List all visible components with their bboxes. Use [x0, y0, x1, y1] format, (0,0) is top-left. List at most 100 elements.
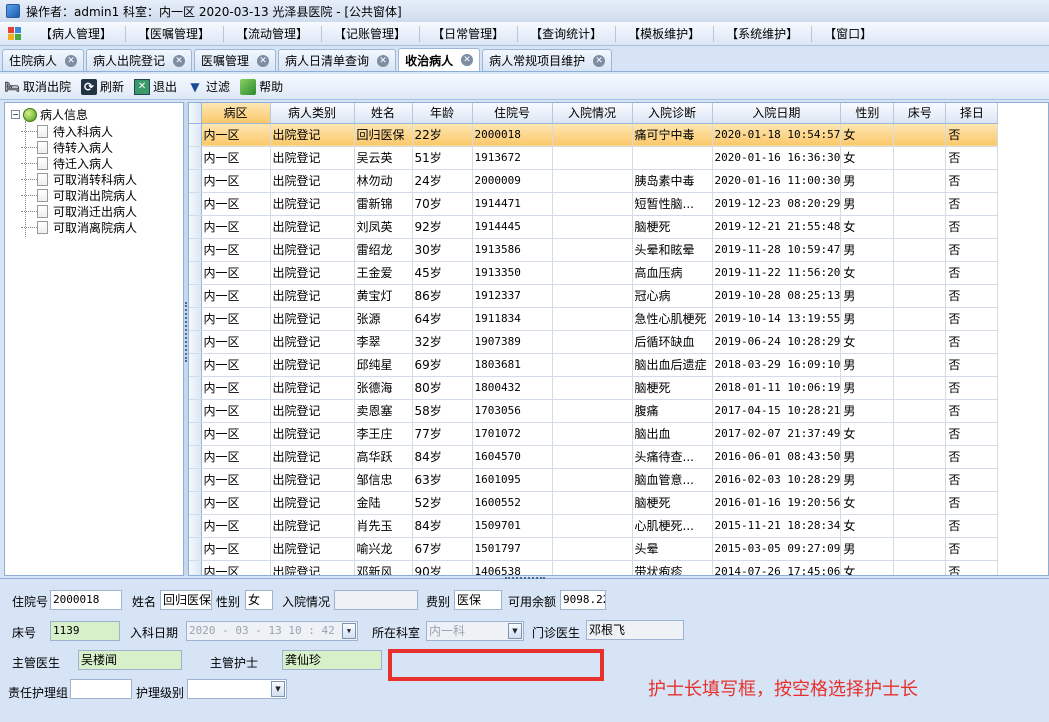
table-cell[interactable]: 女 — [840, 123, 895, 147]
table-cell[interactable]: 否 — [945, 537, 999, 561]
table-cell[interactable]: 高血压病 — [632, 261, 713, 285]
table-cell[interactable]: 脑梗死 — [632, 215, 713, 239]
table-cell[interactable]: 90岁 — [412, 560, 473, 575]
table-row[interactable]: 内一区 出院登记 李王庄 77岁 1701072 脑出血 2017-02-07 21:37:… — [189, 422, 999, 446]
table-cell[interactable]: 否 — [945, 491, 999, 515]
table-cell[interactable]: 80岁 — [412, 376, 473, 400]
close-icon[interactable]: ✕ — [593, 54, 606, 67]
admit-status-field[interactable] — [334, 590, 418, 610]
table-cell[interactable]: 2020-01-16 16:36:30 — [712, 146, 842, 170]
tab-order-management[interactable]: 医嘱管理 ✕ — [194, 49, 277, 71]
column-header[interactable]: 入院诊断 — [632, 103, 713, 124]
table-cell[interactable] — [893, 376, 947, 400]
table-cell[interactable]: 女 — [840, 560, 895, 575]
table-cell[interactable]: 刘凤英 — [354, 215, 413, 239]
table-cell[interactable]: 吴云英 — [354, 146, 413, 170]
table-cell[interactable]: 后循环缺血 — [632, 330, 713, 354]
tab-daily-bill-query[interactable]: 病人日清单查询 ✕ — [278, 49, 397, 71]
table-cell[interactable]: 黄宝灯 — [354, 284, 413, 308]
table-cell[interactable]: 邓新风 — [354, 560, 413, 575]
close-icon[interactable]: ✕ — [377, 54, 390, 67]
row-header[interactable] — [189, 560, 202, 575]
row-header[interactable] — [189, 468, 202, 492]
table-cell[interactable]: 2018-03-29 16:09:10 — [712, 353, 842, 377]
tree-item-pending-admission[interactable]: 待入科病人 — [21, 123, 183, 139]
table-cell[interactable]: 67岁 — [412, 537, 473, 561]
row-header[interactable] — [189, 215, 202, 239]
table-cell[interactable]: 70岁 — [412, 192, 473, 216]
table-cell[interactable]: 2000018 — [472, 123, 553, 147]
table-row[interactable]: 内一区 出院登记 邱纯星 69岁 1803681 脑出血后遗症 2018-03-29 16:… — [189, 353, 999, 377]
table-cell[interactable]: 1907389 — [472, 330, 553, 354]
dropdown-arrow-icon[interactable]: ▼ — [271, 681, 285, 697]
table-cell[interactable]: 1701072 — [472, 422, 553, 446]
table-cell[interactable]: 雷绍龙 — [354, 238, 413, 262]
dropdown-arrow-icon[interactable]: ▼ — [508, 623, 522, 639]
table-cell[interactable]: 否 — [945, 399, 999, 423]
clinic-doctor-field[interactable]: 邓根飞 — [586, 620, 684, 640]
table-cell[interactable]: 出院登记 — [270, 445, 355, 469]
table-cell[interactable]: 1604570 — [472, 445, 553, 469]
table-cell[interactable] — [893, 353, 947, 377]
table-cell[interactable]: 女 — [840, 261, 895, 285]
table-cell[interactable]: 1600552 — [472, 491, 553, 515]
table-cell[interactable] — [893, 284, 947, 308]
column-header[interactable]: 病人类别 — [270, 103, 355, 124]
table-cell[interactable] — [552, 330, 633, 354]
tree-item-cancel-discharge[interactable]: 可取消出院病人 — [21, 187, 183, 203]
column-header[interactable]: 择日 — [945, 103, 999, 124]
table-cell[interactable]: 1803681 — [472, 353, 553, 377]
table-cell[interactable] — [893, 146, 947, 170]
table-cell[interactable]: 头晕和眩晕 — [632, 238, 713, 262]
table-cell[interactable]: 高华跃 — [354, 445, 413, 469]
tree-root[interactable]: − 病人信息 — [11, 106, 183, 123]
table-cell[interactable]: 男 — [840, 399, 895, 423]
table-cell[interactable]: 出院登记 — [270, 468, 355, 492]
row-header[interactable] — [189, 491, 202, 515]
tree-item-cancel-move-out[interactable]: 可取消迁出病人 — [21, 203, 183, 219]
table-cell[interactable]: 92岁 — [412, 215, 473, 239]
row-header[interactable] — [189, 353, 202, 377]
table-cell[interactable]: 脑梗死 — [632, 491, 713, 515]
table-cell[interactable]: 出院登记 — [270, 215, 355, 239]
table-cell[interactable] — [552, 169, 633, 193]
column-header[interactable]: 床号 — [893, 103, 947, 124]
table-cell[interactable] — [893, 445, 947, 469]
table-cell[interactable]: 1703056 — [472, 399, 553, 423]
table-cell[interactable]: 出院登记 — [270, 537, 355, 561]
table-cell[interactable] — [552, 192, 633, 216]
menu-orders[interactable]: 【医嘱管理】 — [128, 23, 221, 45]
nurse-level-select[interactable]: ▼ — [187, 679, 287, 699]
table-cell[interactable]: 女 — [840, 491, 895, 515]
table-cell[interactable]: 2016-06-01 08:43:50 — [712, 445, 842, 469]
table-cell[interactable]: 1601095 — [472, 468, 553, 492]
close-icon[interactable]: ✕ — [173, 54, 186, 67]
menu-billing[interactable]: 【记账管理】 — [324, 23, 417, 45]
table-cell[interactable]: 雷新锦 — [354, 192, 413, 216]
table-cell[interactable]: 1406538 — [472, 560, 553, 575]
row-header[interactable] — [189, 169, 202, 193]
table-cell[interactable]: 86岁 — [412, 284, 473, 308]
table-cell[interactable]: 58岁 — [412, 399, 473, 423]
table-cell[interactable]: 2014-07-26 17:45:06 — [712, 560, 842, 575]
filter-button[interactable]: ▼ 过滤 — [187, 78, 230, 95]
column-header[interactable]: 姓名 — [354, 103, 413, 124]
table-cell[interactable]: 2017-02-07 21:37:49 — [712, 422, 842, 446]
table-cell[interactable]: 腹痛 — [632, 399, 713, 423]
column-header[interactable]: 病区 — [201, 103, 271, 124]
table-cell[interactable]: 李翠 — [354, 330, 413, 354]
table-cell[interactable]: 带状疱疹 — [632, 560, 713, 575]
column-header[interactable]: 住院号 — [472, 103, 553, 124]
table-cell[interactable] — [893, 491, 947, 515]
tab-inpatients[interactable]: 住院病人 ✕ — [2, 49, 85, 71]
close-icon[interactable]: ✕ — [65, 54, 78, 67]
close-icon[interactable]: ✕ — [257, 54, 270, 67]
table-cell[interactable] — [552, 307, 633, 331]
row-header[interactable] — [189, 261, 202, 285]
table-row[interactable]: 内一区 出院登记 回归医保 22岁 2000018 痛可宁中毒 2020-01-18 10:… — [189, 123, 999, 147]
table-cell[interactable]: 男 — [840, 284, 895, 308]
table-cell[interactable]: 急性心肌梗死 — [632, 307, 713, 331]
table-cell[interactable]: 内一区 — [201, 146, 271, 170]
tree-item-pending-move-in[interactable]: 待迁入病人 — [21, 155, 183, 171]
system-menu-icon[interactable] — [8, 26, 22, 41]
